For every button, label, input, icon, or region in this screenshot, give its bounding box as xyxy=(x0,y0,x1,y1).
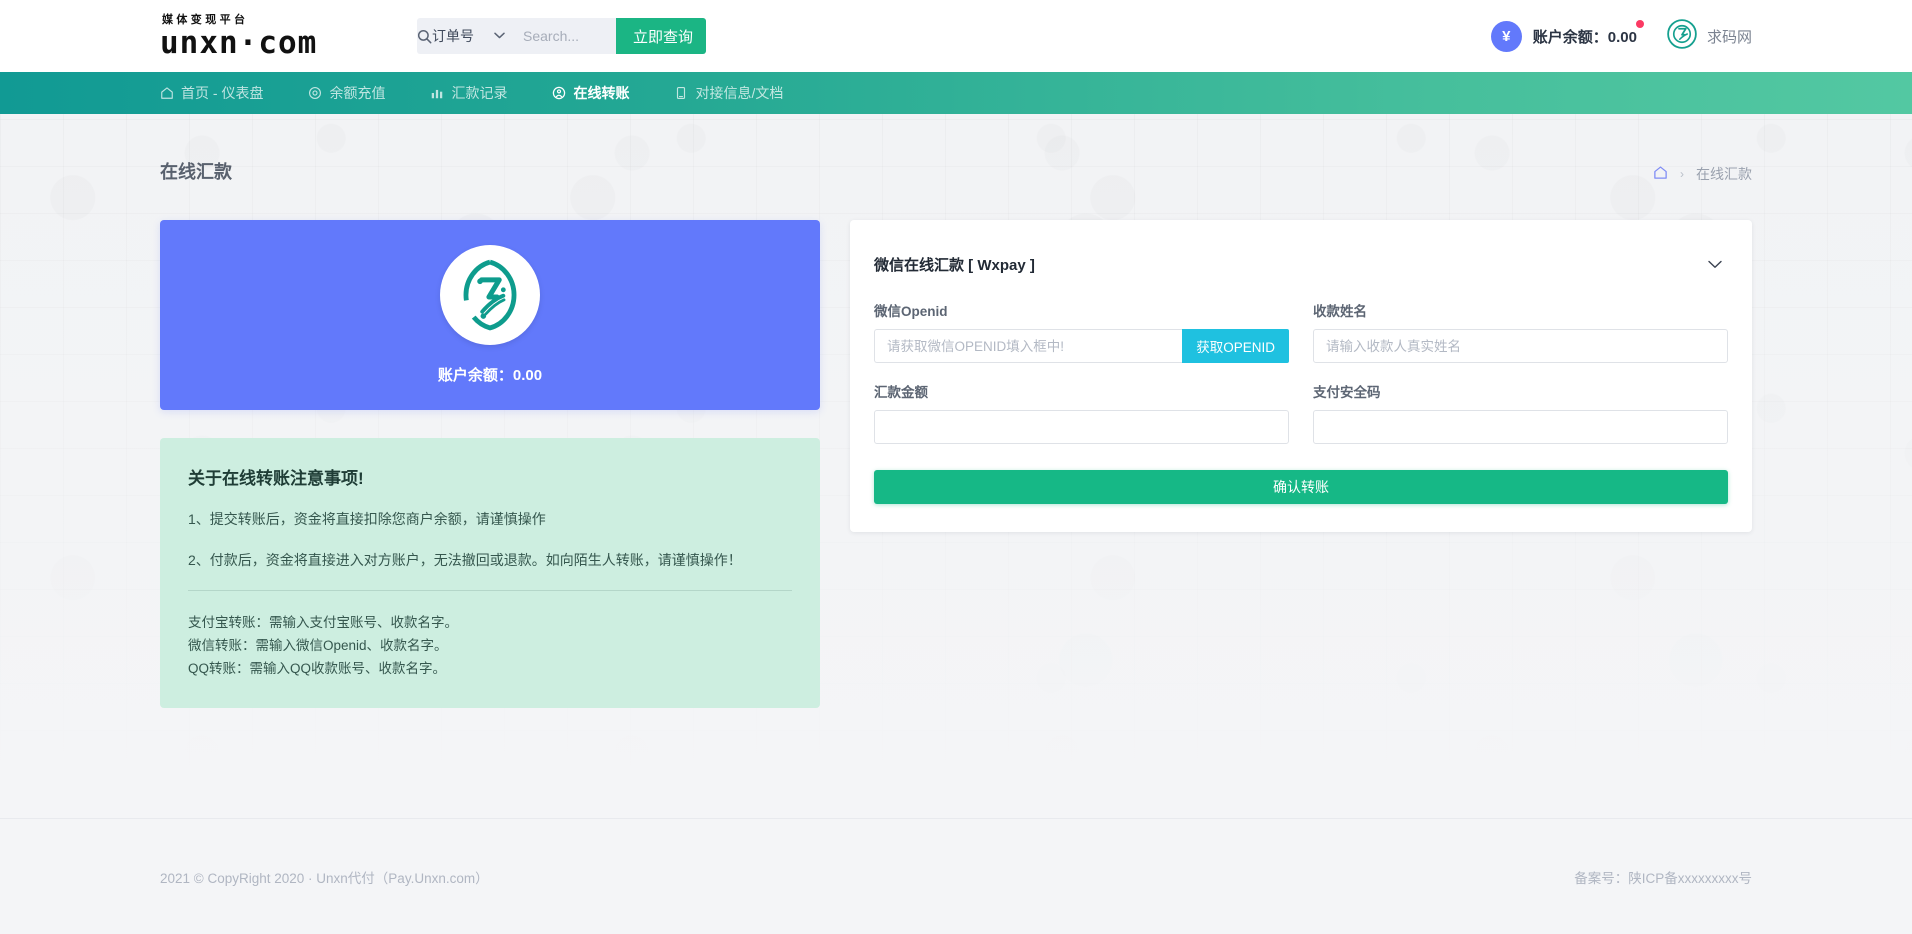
nav-label: 首页 - 仪表盘 xyxy=(181,83,263,103)
yen-icon: ¥ xyxy=(1491,21,1522,52)
notice-detail: 支付宝转账：需输入支付宝账号、收款名字。 xyxy=(188,611,792,634)
confirm-transfer-button[interactable]: 确认转账 xyxy=(874,470,1728,504)
site-badge[interactable]: 求码网 xyxy=(1667,19,1752,54)
security-code-input-group xyxy=(1313,410,1728,444)
panel-header: 微信在线汇款 [ Wxpay ] xyxy=(874,220,1728,282)
brand-name: unxn·com xyxy=(160,27,365,59)
balance-card: 账户余额：0.00 xyxy=(160,220,820,410)
app-page: 媒体变现平台 unxn·com 订单号 立即查询 ¥ 账户余额：0.00 xyxy=(0,0,1912,934)
site-name-label: 求码网 xyxy=(1707,26,1752,47)
nav-label: 对接信息/文档 xyxy=(695,83,783,103)
top-header: 媒体变现平台 unxn·com 订单号 立即查询 ¥ 账户余额：0.00 xyxy=(0,0,1912,72)
nav-item-docs[interactable]: 对接信息/文档 xyxy=(674,83,783,103)
search-type-label: 订单号 xyxy=(432,26,474,46)
nav-item-recharge[interactable]: 余额充值 xyxy=(308,83,385,103)
nav-label: 在线转账 xyxy=(573,83,629,103)
brand-logo[interactable]: 媒体变现平台 unxn·com xyxy=(160,14,365,59)
breadcrumb-separator: › xyxy=(1680,167,1684,181)
header-right: ¥ 账户余额：0.00 求码网 xyxy=(1491,19,1752,54)
right-column: 微信在线汇款 [ Wxpay ] 微信Openid 获取OPENID xyxy=(850,220,1752,708)
field-label: 收款姓名 xyxy=(1313,300,1728,320)
breadcrumb-home-icon[interactable] xyxy=(1653,165,1668,183)
nav-label: 余额充值 xyxy=(329,83,385,103)
page-header: 在线汇款 › 在线汇款 xyxy=(160,114,1752,184)
nav-item-dashboard[interactable]: 首页 - 仪表盘 xyxy=(160,83,263,103)
panel-title: 微信在线汇款 [ Wxpay ] xyxy=(874,254,1035,275)
site-logo-icon xyxy=(1667,19,1697,54)
search-submit-button[interactable]: 立即查询 xyxy=(616,18,706,54)
page-footer: 2021 © CopyRight 2020 · Unxn代付（Pay.Unxn.… xyxy=(0,818,1912,934)
search-input[interactable] xyxy=(511,28,616,44)
amount-input-group xyxy=(874,410,1289,444)
nav-item-records[interactable]: 汇款记录 xyxy=(430,83,507,103)
security-code-input[interactable] xyxy=(1313,410,1728,444)
notice-detail: QQ转账：需输入QQ收款账号、收款名字。 xyxy=(188,657,792,680)
balance-card-logo xyxy=(440,245,540,345)
notification-dot xyxy=(1636,20,1644,28)
search-type-select[interactable]: 订单号 xyxy=(432,26,511,46)
footer-icp: 备案号：陕ICP备xxxxxxxxx号 xyxy=(1574,867,1752,887)
payee-name-input-group xyxy=(1313,329,1728,363)
notice-line: 2、付款后，资金将直接进入对方账户，无法撤回或退款。如向陌生人转账，请谨慎操作！ xyxy=(188,549,792,571)
get-openid-button[interactable]: 获取OPENID xyxy=(1182,329,1289,363)
breadcrumb: › 在线汇款 xyxy=(1653,164,1752,184)
field-security-code: 支付安全码 xyxy=(1313,381,1728,444)
openid-input[interactable] xyxy=(874,329,1182,363)
notice-divider xyxy=(188,590,792,591)
amount-input[interactable] xyxy=(874,410,1289,444)
field-label: 支付安全码 xyxy=(1313,381,1728,401)
main-navigation: 首页 - 仪表盘 余额充值 汇款记录 在 xyxy=(0,72,1912,114)
form-row-2: 汇款金额 支付安全码 xyxy=(874,381,1728,444)
document-icon xyxy=(674,86,688,100)
field-amount: 汇款金额 xyxy=(874,381,1289,444)
target-icon xyxy=(308,86,322,100)
payee-name-input[interactable] xyxy=(1313,329,1728,363)
notice-title: 关于在线转账注意事项! xyxy=(188,464,792,489)
notice-detail: 微信转账：需输入微信Openid、收款名字。 xyxy=(188,634,792,657)
search-icon xyxy=(417,29,432,44)
transfer-icon xyxy=(552,86,566,100)
nav-item-online-transfer[interactable]: 在线转账 xyxy=(552,83,629,103)
balance-card-text: 账户余额：0.00 xyxy=(438,364,542,385)
field-label: 汇款金额 xyxy=(874,381,1289,401)
notice-card: 关于在线转账注意事项! 1、提交转账后，资金将直接扣除您商户余额，请谨慎操作 2… xyxy=(160,438,820,708)
breadcrumb-current: 在线汇款 xyxy=(1696,164,1752,184)
notice-line: 1、提交转账后，资金将直接扣除您商户余额，请谨慎操作 xyxy=(188,508,792,530)
chevron-down-icon xyxy=(494,30,505,42)
form-row-1: 微信Openid 获取OPENID 收款姓名 xyxy=(874,300,1728,363)
content-grid: 账户余额：0.00 关于在线转账注意事项! 1、提交转账后，资金将直接扣除您商户… xyxy=(160,220,1752,708)
home-icon xyxy=(160,86,174,100)
bar-chart-icon xyxy=(430,86,444,100)
left-column: 账户余额：0.00 关于在线转账注意事项! 1、提交转账后，资金将直接扣除您商户… xyxy=(160,220,820,708)
page-title: 在线汇款 xyxy=(160,158,232,184)
search-bar: 订单号 立即查询 xyxy=(417,18,706,54)
nav-label: 汇款记录 xyxy=(451,83,507,103)
field-openid: 微信Openid 获取OPENID xyxy=(874,300,1289,363)
footer-copyright: 2021 © CopyRight 2020 · Unxn代付（Pay.Unxn.… xyxy=(160,867,489,887)
transfer-form-panel: 微信在线汇款 [ Wxpay ] 微信Openid 获取OPENID xyxy=(850,220,1752,532)
page-content: 在线汇款 › 在线汇款 xyxy=(0,114,1912,778)
chevron-down-icon[interactable] xyxy=(1702,256,1728,273)
account-balance-label: 账户余额：0.00 xyxy=(1533,26,1637,47)
field-payee-name: 收款姓名 xyxy=(1313,300,1728,363)
account-balance-chip[interactable]: ¥ 账户余额：0.00 xyxy=(1491,21,1637,52)
field-label: 微信Openid xyxy=(874,300,1289,320)
openid-input-group: 获取OPENID xyxy=(874,329,1289,363)
